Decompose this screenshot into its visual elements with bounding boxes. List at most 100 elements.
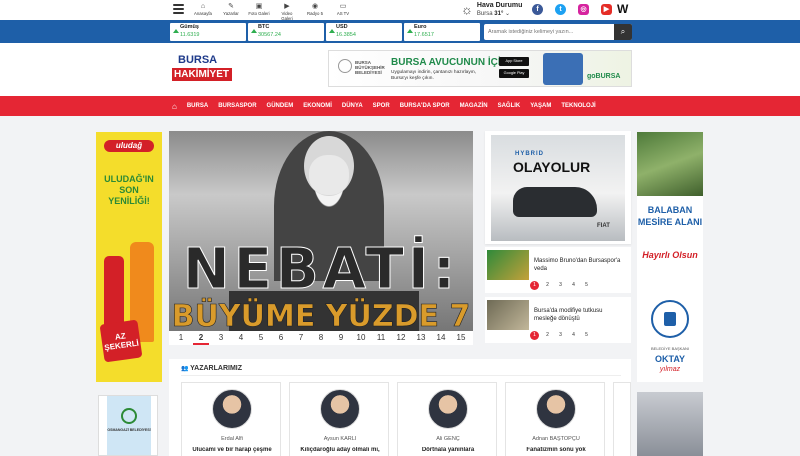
slider-page-15[interactable]: 15: [453, 331, 469, 345]
right-ad-2[interactable]: [637, 392, 703, 456]
menu-item-teknoloji[interactable]: TEKNOLOJİ: [561, 103, 595, 109]
author-card[interactable]: Aysun KARLI Kılıçdaroğlu aday olmalı mı,: [289, 382, 389, 456]
ticker-item: BTC 30567.24: [248, 23, 324, 41]
left-skyscraper-ad[interactable]: uludağ ULUDAĞ'IN SON YENİLİĞİ! AZ ŞEKERL…: [96, 132, 162, 382]
menu-item-ekonomi[interactable]: EKONOMİ: [303, 103, 332, 109]
weather-city: Bursa: [476, 11, 493, 17]
pager-dot[interactable]: 1: [530, 331, 539, 340]
tv-icon: ▭: [339, 3, 347, 10]
side-news-item[interactable]: Bursa'da modifiye tutkusu mesleğe dönüşt…: [485, 297, 631, 343]
menu-item-bursada-spor[interactable]: BURSA'DA SPOR: [400, 103, 450, 109]
weather-widget[interactable]: ☼ Hava Durumu Bursa 31° ⌄: [461, 2, 522, 18]
nav-radio[interactable]: ◉ Radyo 5: [304, 2, 326, 21]
avatar: [536, 389, 576, 429]
google-play-badge: Google Play: [499, 69, 529, 78]
menu-icon[interactable]: [173, 4, 184, 14]
slider-page-14[interactable]: 14: [433, 331, 449, 345]
slider-page-1[interactable]: 1: [173, 331, 189, 345]
menu-item-dunya[interactable]: DÜNYA: [342, 103, 363, 109]
pager-dot[interactable]: 5: [582, 281, 591, 290]
sun-icon: ☼: [461, 2, 473, 17]
author-card[interactable]: Erdal Alfi Ulucami ve bir harap çeşme: [181, 382, 281, 456]
banner-subtitle: Uygulamayı indirin, çantanızı hazırlayın…: [391, 70, 477, 81]
facebook-icon[interactable]: f: [532, 4, 543, 15]
slider-page-11[interactable]: 11: [373, 331, 389, 345]
right-skyscraper-ad[interactable]: BALABAN MESİRE ALANI Hayırlı Olsun BELED…: [637, 132, 703, 382]
slider-page-10[interactable]: 10: [353, 331, 369, 345]
ad-slogan: ULUDAĞ'IN SON YENİLİĞİ!: [104, 174, 154, 206]
banner-brand: goBURSA: [587, 73, 621, 80]
author-card[interactable]: Ali GENÇ Dörtnala yanınlara: [397, 382, 497, 456]
ad-brand: uludağ: [104, 140, 154, 152]
youtube-icon[interactable]: ▶: [601, 4, 612, 15]
slider-page-2[interactable]: 2: [193, 331, 209, 345]
author-card[interactable]: Adnan BAŞTOPÇU Fanatizmin sonu yok: [505, 382, 605, 456]
slider-page-9[interactable]: 9: [333, 331, 349, 345]
pager-dot[interactable]: 2: [543, 331, 552, 340]
author-card-partial[interactable]: [613, 382, 631, 456]
ticker-value: 16.3854: [336, 32, 356, 38]
side-news-item[interactable]: Massimo Bruno'dan Bursaspor'a veda 1 2 3…: [485, 247, 631, 293]
video-icon: ▶: [284, 3, 290, 10]
twitter-icon[interactable]: t: [555, 4, 566, 15]
ad-line2: OLAYOLUR: [513, 159, 591, 175]
news-title: Bursa'da modifiye tutkusu mesleğe dönüşt…: [534, 308, 603, 322]
headline-slider[interactable]: NEBATİ: BÜYÜME YÜZDE 7: [169, 131, 473, 344]
menu-item-yasam[interactable]: YAŞAM: [530, 103, 551, 109]
author-name: Erdal Alfi: [221, 436, 243, 442]
hero-face: [309, 155, 349, 195]
slider-page-5[interactable]: 5: [253, 331, 269, 345]
nav-writers[interactable]: ✎ Yazarlar: [220, 2, 242, 21]
slider-page-4[interactable]: 4: [233, 331, 249, 345]
slider-page-6[interactable]: 6: [273, 331, 289, 345]
author-name: Ali GENÇ: [436, 436, 460, 442]
social-links: f t ◎ ▶: [532, 4, 612, 15]
quick-nav: ⌂ Anasayfa ✎ Yazarlar ▣ Foto Galeri ▶ Video …: [192, 2, 354, 21]
ad-brand: FIAT: [597, 223, 610, 229]
weather-temp: 31°: [494, 11, 504, 17]
slider-page-13[interactable]: 13: [413, 331, 429, 345]
menu-item-spor[interactable]: SPOR: [373, 103, 390, 109]
ad-mayor-name: OKTAY: [654, 354, 685, 364]
instagram-icon[interactable]: ◎: [578, 4, 589, 15]
nav-home[interactable]: ⌂ Anasayfa: [192, 2, 214, 21]
slider-page-12[interactable]: 12: [393, 331, 409, 345]
site-logo[interactable]: BURSA HAKİMİYET: [172, 54, 232, 86]
nav-tv[interactable]: ▭ AS TV: [332, 2, 354, 21]
search-icon[interactable]: ⌕: [614, 24, 632, 40]
headline-primary: NEBATİ:: [182, 237, 460, 302]
slider-page-7[interactable]: 7: [293, 331, 309, 345]
municipality-seal-icon: [651, 300, 689, 338]
pager-dot[interactable]: 5: [582, 331, 591, 340]
nav-video-gallery[interactable]: ▶ Video Galeri: [276, 2, 298, 21]
ad-label: OSMANGAZİ BELEDİYESİ: [107, 428, 151, 432]
pager-dot[interactable]: 4: [569, 331, 578, 340]
menu-item-saglik[interactable]: SAĞLIK: [498, 103, 521, 109]
author-article-title: Ulucami ve bir harap çeşme: [192, 447, 272, 453]
ad-ribbon: [107, 396, 151, 455]
search-input[interactable]: [484, 24, 632, 40]
menu-item-bursaspor[interactable]: BURSASPOR: [218, 103, 256, 109]
pager-dot[interactable]: 2: [543, 281, 552, 290]
slider-page-8[interactable]: 8: [313, 331, 329, 345]
menu-item-magazin[interactable]: MAGAZİN: [460, 103, 488, 109]
home-icon[interactable]: ⌂: [172, 102, 177, 111]
nav-home-label: Anasayfa: [194, 11, 212, 16]
menu-item-gundem[interactable]: GÜNDEM: [267, 103, 294, 109]
divider: [181, 375, 621, 376]
pager-dot[interactable]: 4: [569, 281, 578, 290]
slider-page-3[interactable]: 3: [213, 331, 229, 345]
featured-ad-card[interactable]: HYBRID OLAYOLUR FIAT: [485, 131, 631, 244]
pager-dot[interactable]: 3: [556, 331, 565, 340]
municipality-logo-icon: [121, 408, 137, 424]
ticker-value: 11.6319: [180, 32, 200, 38]
nav-photo-gallery[interactable]: ▣ Foto Galeri: [248, 2, 270, 21]
left-ad-2[interactable]: OSMANGAZİ BELEDİYESİ: [98, 395, 158, 456]
pager-dot[interactable]: 1: [530, 281, 539, 290]
author-article-title: Dörtnala yanınlara: [421, 447, 475, 453]
header-ad-banner[interactable]: BURSA BÜYÜKŞEHİR BELEDİYESİ BURSA AVUCUN…: [328, 50, 632, 87]
w-logo[interactable]: W: [617, 2, 628, 16]
pager-dot[interactable]: 3: [556, 281, 565, 290]
menu-item-bursa[interactable]: BURSA: [187, 103, 208, 109]
news-title: Massimo Bruno'dan Bursaspor'a veda: [534, 258, 621, 272]
